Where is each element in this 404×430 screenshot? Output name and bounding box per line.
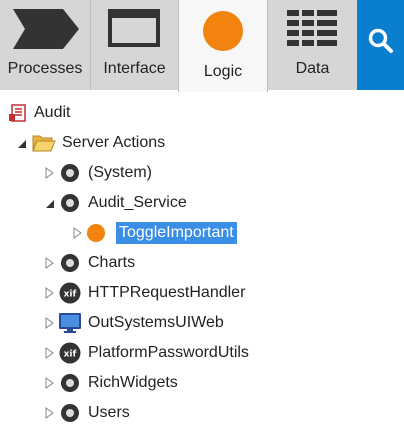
tree-item-audit-service[interactable]: Audit_Service	[44, 190, 187, 216]
orange-circle-icon	[203, 11, 243, 51]
expanded-arrow-icon[interactable]	[16, 138, 28, 150]
monitor-icon	[59, 313, 81, 333]
tab-processes-label: Processes	[7, 60, 83, 77]
grid-table-icon	[287, 10, 337, 46]
tree-root-label: Audit	[34, 104, 71, 121]
window-icon	[108, 9, 160, 47]
tree-item-label: (System)	[88, 164, 152, 181]
tree-item-outsystems-ui-web[interactable]: OutSystemsUIWeb	[44, 310, 224, 336]
collapsed-arrow-icon[interactable]	[44, 347, 56, 359]
tab-logic-label: Logic	[203, 63, 243, 80]
collapsed-arrow-icon[interactable]	[44, 377, 56, 389]
collapsed-arrow-icon[interactable]	[44, 287, 56, 299]
dark-disc-icon	[61, 194, 79, 212]
tab-logic[interactable]: Logic	[178, 0, 268, 92]
svg-text:xif: xif	[64, 290, 77, 300]
tree-item-label-selected: ToggleImportant	[116, 222, 237, 244]
tree-item-rich-widgets[interactable]: RichWidgets	[44, 370, 178, 396]
tree-item-label: PlatformPasswordUtils	[88, 344, 249, 361]
dark-disc-icon	[61, 404, 79, 422]
search-icon	[368, 28, 393, 53]
module-tab-bar: Processes Interface Logic Data	[0, 0, 404, 92]
open-folder-icon	[32, 135, 56, 152]
tree-item-label: Charts	[88, 254, 136, 271]
tree-item-label: RichWidgets	[88, 374, 178, 391]
xif-icon: xif	[59, 282, 81, 304]
collapsed-arrow-icon[interactable]	[44, 317, 56, 329]
tab-processes[interactable]: Processes	[0, 0, 91, 90]
tab-interface-label: Interface	[103, 60, 166, 77]
collapsed-arrow-icon[interactable]	[44, 407, 56, 419]
tree-item-platform-password-utils[interactable]: xif PlatformPasswordUtils	[44, 340, 249, 366]
collapsed-arrow-icon[interactable]	[44, 257, 56, 269]
tree-server-actions-label: Server Actions	[62, 134, 166, 151]
tab-interface[interactable]: Interface	[91, 0, 178, 90]
tab-data[interactable]: Data	[268, 0, 357, 90]
tree-item-toggle-important[interactable]: ToggleImportant	[72, 220, 237, 246]
orange-disc-icon	[87, 224, 105, 242]
dark-disc-icon	[61, 254, 79, 272]
tree-root-audit[interactable]: Audit	[4, 100, 70, 126]
dark-disc-icon	[61, 374, 79, 392]
tree-item-label: Users	[88, 404, 130, 421]
tab-data-label: Data	[295, 60, 330, 77]
search-button[interactable]	[357, 0, 404, 90]
tree-item-http-request-handler[interactable]: xif HTTPRequestHandler	[44, 280, 245, 306]
svg-text:xif: xif	[64, 350, 77, 360]
tree-item-label: HTTPRequestHandler	[88, 284, 246, 301]
tree-item-system[interactable]: (System)	[44, 160, 152, 186]
logic-tree: Audit Server Actions (System) Audit_Serv…	[0, 92, 404, 430]
tree-item-label: OutSystemsUIWeb	[88, 314, 224, 331]
processes-chevron-icon	[13, 9, 79, 49]
dark-disc-icon	[61, 164, 79, 182]
collapsed-arrow-icon[interactable]	[72, 227, 84, 239]
tree-item-charts[interactable]: Charts	[44, 250, 135, 276]
tree-item-label: Audit_Service	[88, 194, 187, 211]
tree-server-actions[interactable]: Server Actions	[14, 130, 165, 156]
collapsed-arrow-icon[interactable]	[44, 167, 56, 179]
module-icon	[9, 104, 26, 122]
xif-icon: xif	[59, 342, 81, 364]
expanded-arrow-icon[interactable]	[44, 198, 56, 210]
tree-item-users[interactable]: Users	[44, 400, 130, 426]
